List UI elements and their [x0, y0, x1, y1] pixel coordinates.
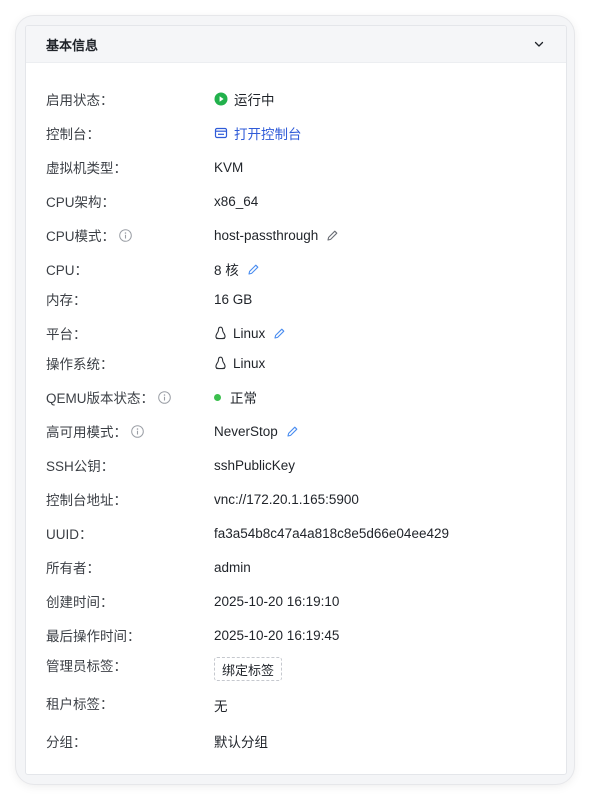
ha-mode-label-wrap: 高可用模式：	[46, 421, 144, 441]
cpu-label: CPU：	[46, 263, 89, 278]
status-value: 运行中	[214, 89, 275, 109]
created-value: 2025-10-20 16:19:10	[214, 593, 340, 609]
admin-tags-value: 绑定标签	[214, 657, 283, 681]
field-row-created: 创建时间： 2025-10-20 16:19:10	[26, 589, 566, 613]
cpu-value: 8 核	[214, 263, 239, 278]
uuid-label: UUID：	[46, 527, 93, 542]
cpu-arch-label: CPU架构：	[46, 195, 116, 210]
console-label: 控制台：	[46, 127, 100, 142]
os-value-wrap: Linux	[214, 356, 265, 371]
admin-tags-label: 管理员标签：	[46, 659, 127, 674]
field-row-group: 分组： 默认分组	[26, 729, 566, 753]
cpu-arch-value: x86_64	[214, 193, 259, 209]
group-label: 分组：	[46, 735, 87, 750]
field-row-tenant-tags: 租户标签： 无	[26, 691, 566, 715]
created-label: 创建时间：	[46, 595, 114, 610]
linux-penguin-icon	[214, 326, 227, 340]
chevron-down-icon[interactable]	[532, 37, 546, 51]
ssh-key-label: SSH公钥：	[46, 459, 115, 474]
owner-value: admin	[214, 559, 251, 575]
field-row-vm-type: 虚拟机类型： KVM	[26, 155, 566, 179]
pencil-icon[interactable]	[273, 327, 286, 340]
vm-type-label: 虚拟机类型：	[46, 161, 127, 176]
field-row-admin-tags: 管理员标签： 绑定标签	[26, 653, 566, 681]
field-row-cpu-mode: CPU模式： host-passthrough	[26, 223, 566, 247]
field-row-status: 启用状态： 运行中	[26, 87, 566, 111]
qemu-status-value-wrap: 正常	[214, 387, 257, 407]
pencil-icon[interactable]	[326, 229, 339, 242]
ha-mode-value-wrap: NeverStop	[214, 424, 299, 439]
memory-label: 内存：	[46, 293, 87, 308]
field-row-ha-mode: 高可用模式： NeverStop	[26, 419, 566, 443]
panel-header[interactable]: 基本信息	[26, 26, 566, 63]
cpu-mode-value-wrap: host-passthrough	[214, 228, 339, 243]
console-value: 打开控制台	[214, 123, 302, 143]
info-circle-icon[interactable]	[131, 424, 144, 438]
field-row-uuid: UUID： fa3a54b8c47a4a818c8e5d66e04ee429	[26, 521, 566, 545]
tenant-tags-label: 租户标签：	[46, 697, 114, 712]
memory-value: 16 GB	[214, 291, 253, 307]
status-text: 运行中	[234, 93, 275, 108]
ssh-key-value: sshPublicKey	[214, 457, 296, 473]
platform-label: 平台：	[46, 327, 87, 342]
basic-info-panel: 基本信息 启用状态： 运行中 控制台： 打开控制台 虚拟机类型： KVM CPU…	[25, 25, 567, 775]
open-console-link[interactable]: 打开控制台	[214, 123, 302, 143]
qemu-status-label-wrap: QEMU版本状态：	[46, 387, 171, 407]
panel-title: 基本信息	[46, 37, 99, 53]
cpu-mode-value: host-passthrough	[214, 227, 319, 243]
platform-value: Linux	[233, 325, 266, 341]
field-row-console-addr: 控制台地址： vnc://172.20.1.165:5900	[26, 487, 566, 511]
tenant-tags-value: 无	[214, 699, 228, 714]
qemu-status-value: 正常	[230, 391, 257, 406]
pencil-icon[interactable]	[247, 263, 260, 276]
last-op-value: 2025-10-20 16:19:45	[214, 627, 340, 643]
info-circle-icon[interactable]	[119, 228, 132, 242]
cpu-value-wrap: 8 核	[214, 259, 260, 279]
vm-type-value: KVM	[214, 159, 244, 175]
field-row-owner: 所有者： admin	[26, 555, 566, 579]
field-row-cpu-arch: CPU架构： x86_64	[26, 189, 566, 213]
group-value: 默认分组	[214, 735, 268, 750]
linux-penguin-icon	[214, 356, 227, 370]
ha-mode-value: NeverStop	[214, 423, 278, 439]
info-circle-icon[interactable]	[158, 390, 171, 404]
console-addr-label: 控制台地址：	[46, 493, 127, 508]
open-console-text: 打开控制台	[234, 127, 302, 142]
field-row-console: 控制台： 打开控制台	[26, 121, 566, 145]
console-addr-value: vnc://172.20.1.165:5900	[214, 491, 359, 507]
qemu-status-label: QEMU版本状态：	[46, 391, 154, 406]
bind-tag-button[interactable]: 绑定标签	[214, 657, 283, 681]
cpu-mode-label: CPU模式：	[46, 229, 116, 244]
field-row-ssh-key: SSH公钥： sshPublicKey	[26, 453, 566, 477]
console-window-icon	[214, 126, 228, 140]
ha-mode-label: 高可用模式：	[46, 425, 127, 440]
play-circle-icon	[214, 92, 228, 106]
pencil-icon[interactable]	[286, 425, 299, 438]
status-dot	[214, 393, 221, 401]
uuid-value: fa3a54b8c47a4a818c8e5d66e04ee429	[214, 525, 449, 541]
status-label: 启用状态：	[46, 93, 114, 108]
field-row-last-op: 最后操作时间： 2025-10-20 16:19:45	[26, 623, 566, 647]
os-value: Linux	[233, 355, 266, 371]
last-op-label: 最后操作时间：	[46, 629, 141, 644]
field-row-cpu: CPU： 8 核	[26, 257, 566, 281]
platform-value-wrap: Linux	[214, 326, 286, 341]
field-row-platform: 平台： Linux	[26, 321, 566, 345]
cpu-mode-label-wrap: CPU模式：	[46, 225, 132, 245]
field-row-qemu-status: QEMU版本状态： 正常	[26, 385, 566, 409]
os-label: 操作系统：	[46, 357, 114, 372]
owner-label: 所有者：	[46, 561, 100, 576]
field-row-memory: 内存： 16 GB	[26, 287, 566, 311]
field-row-os: 操作系统： Linux	[26, 351, 566, 375]
